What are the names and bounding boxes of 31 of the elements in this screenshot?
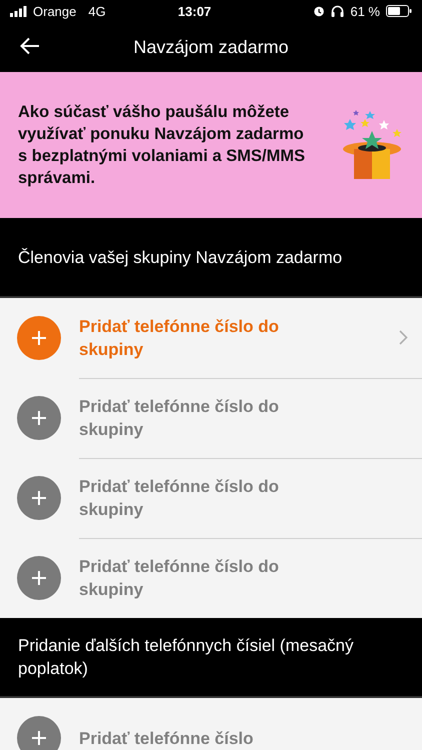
add-number-link[interactable]: Pridať telefónne číslo do skupiny [79,314,289,360]
add-button[interactable] [17,476,61,520]
plus-icon [31,730,47,746]
battery-percent: 61 % [350,4,380,18]
add-number-link[interactable]: Pridať telefónne číslo do skupiny [79,474,289,520]
carrier-name: Orange [33,4,76,18]
signal-icon [10,6,27,16]
headphones-icon [331,5,344,17]
magic-hat-drawing [340,109,404,181]
battery-icon [386,5,412,17]
alarm-icon [313,5,326,17]
add-button[interactable] [17,556,61,600]
status-time: 13:07 [178,4,212,18]
screen-title: Navzájom zadarmo [133,36,289,58]
add-number-link[interactable]: Pridať telefónne číslo [79,726,289,750]
add-number-link[interactable]: Pridať telefónne číslo do skupiny [79,555,289,601]
section-title: Pridanie ďalších telefónnych čísiel (mesačný poplatok) [18,635,354,680]
section-title: Členovia vašej skupiny Navzájom zadarmo [18,246,342,268]
plus-icon [31,410,47,426]
plus-icon [31,330,47,346]
plus-icon [31,570,47,586]
network-type: 4G [88,4,106,18]
add-number-link[interactable]: Pridať telefónne číslo do skupiny [79,394,289,440]
back-arrow-icon [20,37,40,55]
add-button[interactable] [17,716,61,750]
banner-text: Ako súčasť vášho paušálu môžete využívať ponuku Navzájom zadarmo s bezplatnými volaniami a SMS/MMS správami. [18,102,306,189]
chevron-right-icon [399,330,408,345]
back-button[interactable] [18,35,42,57]
add-button[interactable] [17,396,61,440]
plus-icon [31,490,47,506]
add-button[interactable] [17,316,61,360]
